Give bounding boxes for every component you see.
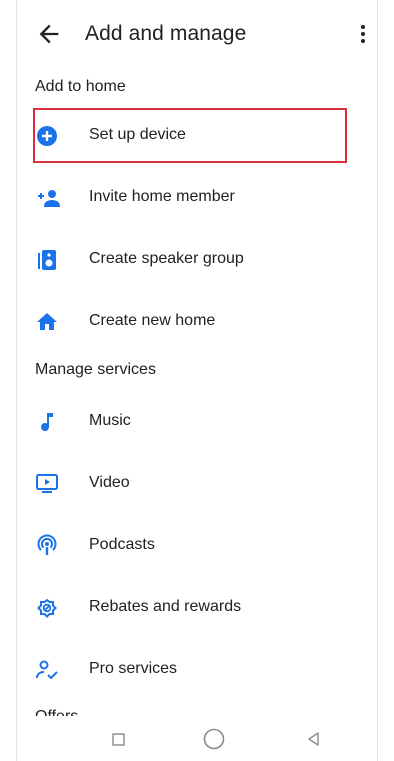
section-manage-services: Manage services [35, 361, 156, 378]
create-speaker-group-item[interactable]: Create speaker group [17, 234, 377, 286]
invite-home-member-label: Invite home member [89, 188, 235, 205]
highlight-box [33, 108, 347, 163]
pro-services-icon [35, 658, 59, 682]
back-triangle-icon[interactable] [301, 726, 327, 752]
music-item[interactable]: Music [17, 396, 377, 448]
video-icon [35, 472, 59, 496]
pro-services-item[interactable]: Pro services [17, 644, 377, 696]
speaker-icon [35, 248, 59, 272]
home-circle-icon[interactable] [201, 726, 227, 752]
rebate-icon [35, 596, 59, 620]
app-screen: Add and manage Add to home Set up device… [16, 0, 378, 761]
rebates-and-rewards-item[interactable]: Rebates and rewards [17, 582, 377, 634]
recents-square-icon[interactable] [105, 726, 131, 752]
podcast-icon [35, 534, 59, 558]
create-new-home-item[interactable]: Create new home [17, 296, 377, 348]
page-title: Add and manage [85, 22, 247, 45]
music-note-icon [35, 410, 59, 434]
back-arrow-icon[interactable] [35, 20, 63, 48]
video-item[interactable]: Video [17, 458, 377, 510]
podcasts-label: Podcasts [89, 536, 155, 553]
app-bar: Add and manage [17, 14, 377, 58]
pro-services-label: Pro services [89, 660, 178, 677]
section-offers: Offers [35, 708, 78, 716]
section-add-to-home: Add to home [35, 78, 126, 95]
system-nav-bar [17, 716, 377, 761]
podcasts-item[interactable]: Podcasts [17, 520, 377, 572]
invite-home-member-item[interactable]: Invite home member [17, 172, 377, 224]
home-icon [35, 310, 59, 334]
video-label: Video [89, 474, 130, 491]
create-new-home-label: Create new home [89, 312, 216, 329]
person-add-icon [35, 186, 60, 210]
music-label: Music [89, 412, 131, 429]
more-options-icon[interactable] [353, 22, 373, 48]
rebates-and-rewards-label: Rebates and rewards [89, 598, 242, 615]
create-speaker-group-label: Create speaker group [89, 250, 244, 267]
